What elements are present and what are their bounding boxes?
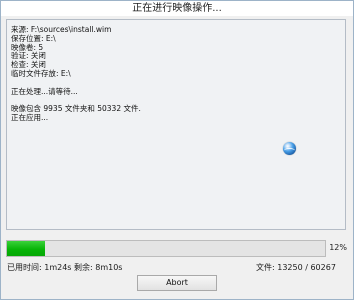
window-title: 正在进行映像操作... [132,3,222,14]
progress-fill [7,241,46,256]
log-output-panel: 来源: F:\sources\install.wim 保存位置: E:\ 映像卷… [6,19,346,230]
remaining-time: 剩余: 8m10s [74,263,123,272]
progress-bar [6,240,326,257]
progress-percent: 12% [329,243,347,252]
busy-globe-highlight [284,148,295,153]
elapsed-time: 已用时间: 1m24s [7,263,72,272]
abort-button[interactable]: Abort [137,275,217,291]
log-line: 临时文件存放: E:\ [11,68,71,78]
file-count: 文件: 13250 / 60267 [256,263,336,272]
log-lines: 来源: F:\sources\install.wim 保存位置: E:\ 映像卷… [11,25,141,123]
log-line: 正在处理...请等待... [11,86,78,96]
log-line: 正在应用... [11,112,49,122]
busy-globe-icon [283,142,296,155]
imaging-dialog: 正在进行映像操作... 来源: F:\sources\install.wim 保… [0,0,354,300]
title-bar: 正在进行映像操作... [1,1,353,16]
